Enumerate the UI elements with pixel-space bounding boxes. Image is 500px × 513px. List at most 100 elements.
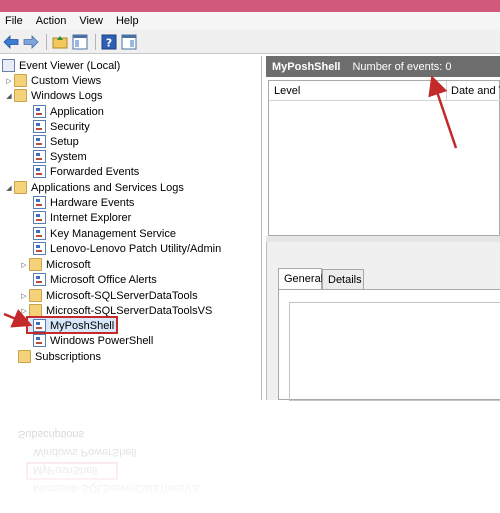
events-header-bar: MyPoshShell Number of events: 0: [266, 56, 500, 77]
mirror-reflection: Subscriptions Windows PowerShell MyPoshS…: [0, 402, 500, 513]
tree-node-setup[interactable]: Setup: [33, 134, 79, 149]
tree-node-label: Forwarded Events: [50, 165, 140, 178]
tree-node-label: Applications and Services Logs: [31, 181, 184, 194]
folder-icon: [29, 289, 42, 302]
tree-node-label: Microsoft-SQLServerDataTools: [46, 289, 198, 302]
toolbar: ?: [0, 30, 500, 54]
tree-node-label: System: [50, 150, 87, 163]
tree-node-windows-powershell[interactable]: Windows PowerShell: [33, 333, 153, 348]
folder-icon: [14, 74, 27, 87]
tree-node-myposhshell[interactable]: MyPoshShell: [33, 318, 114, 333]
tree-node-windows-logs[interactable]: ◢ Windows Logs: [4, 88, 103, 103]
menu-view[interactable]: View: [79, 15, 103, 27]
back-button[interactable]: [2, 33, 20, 51]
tab-general[interactable]: General: [278, 268, 323, 289]
tree-node-label: Application: [50, 105, 104, 118]
tree-node-app-services-logs[interactable]: ◢ Applications and Services Logs: [4, 180, 184, 195]
tree-node-custom-views[interactable]: ▷ Custom Views: [4, 73, 101, 88]
collapse-arrow-icon[interactable]: ◢: [4, 92, 14, 100]
reflection-subscriptions: Subscriptions: [18, 428, 85, 440]
tree-node-application[interactable]: Application: [33, 104, 104, 119]
event-description-box: [289, 302, 500, 401]
forward-button[interactable]: [22, 33, 40, 51]
reflection-windows-powershell: Windows PowerShell: [33, 446, 137, 458]
event-viewer-icon: [2, 59, 15, 72]
event-log-icon: [33, 242, 46, 255]
tree-node-key-management-service[interactable]: Key Management Service: [33, 226, 176, 241]
menu-bar: File Action View Help: [0, 12, 500, 30]
reflection-highlight-box: [26, 462, 118, 480]
folder-icon: [14, 89, 27, 102]
tree-node-label: Setup: [50, 135, 79, 148]
collapse-arrow-icon[interactable]: ◢: [4, 184, 14, 192]
tree-node-root[interactable]: Event Viewer (Local): [2, 58, 120, 73]
tree-node-sql-server-data-tools[interactable]: ▷ Microsoft-SQLServerDataTools: [19, 288, 198, 303]
menu-help[interactable]: Help: [116, 15, 139, 27]
event-log-icon: [33, 196, 46, 209]
event-log-icon: [33, 227, 46, 240]
tree-node-label: Subscriptions: [35, 350, 102, 363]
tree-node-label: MyPoshShell: [50, 319, 115, 332]
svg-text:?: ?: [106, 36, 112, 49]
tree-node-label: Windows PowerShell: [50, 334, 154, 347]
event-log-icon: [33, 319, 46, 332]
tree-node-label: Microsoft-SQLServerDataToolsVS: [46, 304, 213, 317]
tree-node-subscriptions[interactable]: Subscriptions: [18, 349, 101, 364]
tree-node-system[interactable]: System: [33, 149, 87, 164]
up-folder-button[interactable]: [51, 33, 69, 51]
event-log-icon: [33, 105, 46, 118]
events-list[interactable]: Level Date and T: [268, 80, 500, 236]
tree-node-forwarded-events[interactable]: Forwarded Events: [33, 164, 139, 179]
reflection-sql-tools-vs: Microsoft-SQLServerDataToolsVS: [33, 482, 200, 494]
tree-node-label: Security: [50, 120, 90, 133]
expand-arrow-icon[interactable]: ▷: [19, 307, 29, 315]
action-pane-icon: [121, 34, 137, 49]
menu-action[interactable]: Action: [36, 15, 67, 27]
event-log-icon: [33, 165, 46, 178]
tree-node-label: Event Viewer (Local): [19, 59, 121, 72]
tree-node-office-alerts[interactable]: Microsoft Office Alerts: [33, 272, 157, 287]
forward-arrow-icon: [23, 34, 39, 49]
tree-node-label: Internet Explorer: [50, 211, 132, 224]
toolbar-separator: [46, 33, 47, 50]
help-icon: ?: [101, 34, 117, 49]
show-hide-tree-button[interactable]: [71, 33, 89, 51]
event-log-icon: [33, 120, 46, 133]
tree-node-microsoft[interactable]: ▷ Microsoft: [19, 257, 91, 272]
event-log-icon: [33, 211, 46, 224]
event-log-icon: [33, 334, 46, 347]
event-count: Number of events: 0: [352, 60, 452, 73]
menu-file[interactable]: File: [5, 15, 23, 27]
reflection-myposhshell: MyPoshShell: [33, 464, 98, 476]
tree-node-label: Key Management Service: [50, 227, 176, 240]
log-name-title: MyPoshShell: [272, 60, 341, 73]
show-action-pane-button[interactable]: [120, 33, 138, 51]
tree-node-label: Hardware Events: [50, 196, 135, 209]
tree-node-label: Microsoft: [46, 258, 91, 271]
tree-node-internet-explorer[interactable]: Internet Explorer: [33, 210, 131, 225]
tree-node-security[interactable]: Security: [33, 119, 90, 134]
help-button[interactable]: ?: [100, 33, 118, 51]
tree-node-label: Custom Views: [31, 74, 102, 87]
expand-arrow-icon[interactable]: ▷: [19, 261, 29, 269]
expand-arrow-icon[interactable]: ▷: [4, 77, 14, 85]
tree-node-hardware-events[interactable]: Hardware Events: [33, 195, 134, 210]
event-log-icon: [33, 135, 46, 148]
toolbar-separator: [95, 33, 96, 50]
column-header-level[interactable]: Level: [269, 81, 447, 101]
tree-node-label: Lenovo-Lenovo Patch Utility/Admin: [50, 242, 222, 255]
folder-icon: [14, 181, 27, 194]
tree-node-lenovo-patch-utility[interactable]: Lenovo-Lenovo Patch Utility/Admin: [33, 241, 221, 256]
reflection-fade: [0, 402, 500, 513]
tab-details[interactable]: Details: [322, 269, 364, 289]
expand-arrow-icon[interactable]: ▷: [19, 292, 29, 300]
window-titlebar: [0, 0, 500, 12]
tree-node-label: Windows Logs: [31, 89, 103, 102]
column-header-date-time[interactable]: Date and T: [447, 81, 500, 101]
back-arrow-icon: [3, 34, 19, 49]
event-log-icon: [33, 273, 46, 286]
folder-icon: [29, 258, 42, 271]
folder-up-icon: [52, 35, 68, 48]
tab-panel-general: [278, 289, 500, 401]
subscriptions-icon: [18, 350, 31, 363]
